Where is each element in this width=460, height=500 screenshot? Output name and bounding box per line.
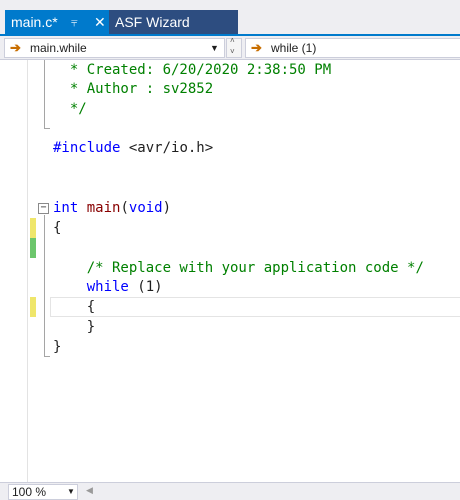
chevron-down-icon[interactable]: ▼: [67, 485, 75, 499]
arrow-right-icon: ➔: [10, 40, 21, 55]
code-line: }: [53, 337, 61, 357]
keyword-token: while: [86, 279, 129, 295]
code-line: {: [53, 218, 61, 238]
paren-token: (: [120, 200, 129, 216]
code-line: /* Replace with your application code */: [53, 258, 424, 278]
comment-token: * Author : sv2852: [69, 81, 214, 97]
change-marker-unsaved: [30, 297, 36, 317]
zoom-dropdown[interactable]: 100 % ▼: [8, 484, 78, 500]
code-line: while (1): [53, 277, 163, 297]
function-name: main: [86, 200, 121, 216]
split-window-button[interactable]: ˄ ˅: [226, 36, 242, 58]
outline-line: [44, 356, 50, 357]
code-editor[interactable]: − * Created: 6/20/2020 2:38:50 PM * Auth…: [0, 60, 460, 482]
collapse-icon[interactable]: −: [38, 203, 49, 214]
zoom-label: 100 %: [12, 485, 47, 499]
condition-token: (1): [128, 279, 163, 295]
code-line: int main(void): [53, 198, 171, 218]
scope-label: main.while: [30, 41, 87, 55]
scope-dropdown[interactable]: ➔ main.while ▼: [4, 38, 225, 58]
tab-asf-wizard[interactable]: ASF Wizard: [109, 10, 238, 34]
include-path: <avr/io.h>: [120, 140, 214, 156]
editor-gutter: [0, 60, 28, 482]
code-line: #include <avr/io.h>: [53, 138, 213, 158]
code-line: * Author : sv2852: [53, 79, 213, 99]
chevron-down-icon: ˅: [230, 47, 235, 56]
keyword-token: int: [53, 200, 79, 216]
outline-line: [44, 128, 50, 129]
pin-icon[interactable]: ⫧: [71, 10, 78, 34]
tab-main-c[interactable]: main.c* ⫧ ✕: [5, 10, 109, 34]
current-line-highlight: [50, 297, 460, 317]
preprocessor-token: #include: [53, 140, 121, 156]
brace-token: {: [86, 299, 96, 315]
brace-token: }: [53, 339, 62, 355]
code-line: */: [53, 99, 87, 119]
horizontal-scrollbar[interactable]: [98, 487, 458, 497]
chevron-up-icon: ˄: [230, 36, 235, 45]
outline-line: [44, 215, 45, 356]
tab-label: main.c*: [11, 14, 58, 30]
comment-token: * Created: 6/20/2020 2:38:50 PM: [69, 62, 332, 78]
change-marker-saved: [30, 238, 36, 258]
comment-token: /* Replace with your application code */: [86, 260, 424, 276]
code-line: {: [53, 297, 95, 317]
arrow-right-icon: ➔: [251, 40, 262, 55]
scroll-left-icon[interactable]: ◀: [86, 485, 93, 496]
close-icon[interactable]: ✕: [94, 10, 106, 34]
chevron-down-icon[interactable]: ▼: [210, 39, 219, 57]
member-dropdown[interactable]: ➔ while (1): [245, 38, 460, 58]
code-line: * Created: 6/20/2020 2:38:50 PM: [53, 60, 331, 80]
change-marker-unsaved: [30, 218, 36, 238]
tab-label: ASF Wizard: [115, 14, 190, 30]
comment-token: */: [69, 101, 87, 117]
paren-token: ): [162, 200, 172, 216]
document-tab-strip: main.c* ⫧ ✕ ASF Wizard: [0, 0, 460, 34]
brace-token: }: [86, 319, 96, 335]
keyword-token: void: [128, 200, 163, 216]
member-label: while (1): [271, 41, 317, 55]
brace-token: {: [53, 220, 62, 236]
outline-line: [44, 60, 45, 128]
editor-status-bar: 100 % ▼ ◀: [0, 482, 460, 500]
code-line: }: [53, 317, 95, 337]
